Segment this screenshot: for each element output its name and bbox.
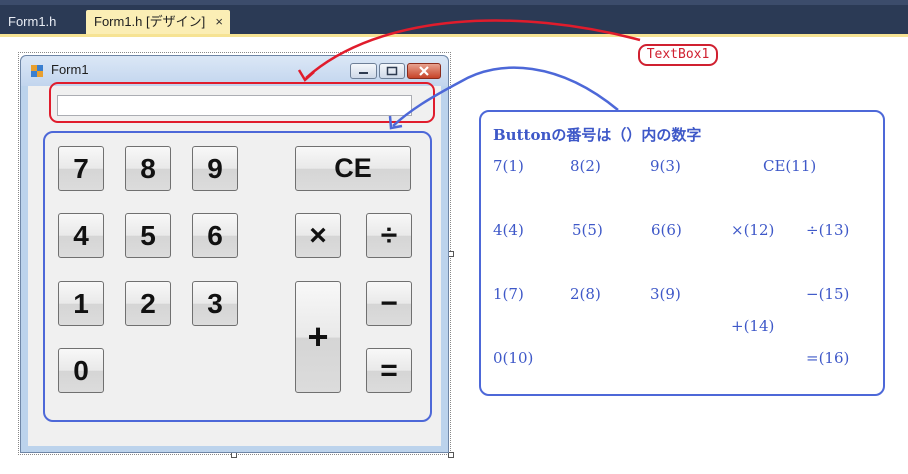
form-app-icon: [31, 65, 43, 77]
close-tab-icon[interactable]: ×: [215, 10, 223, 34]
note-item: 0(10): [493, 349, 534, 367]
minimize-icon: [359, 72, 368, 74]
textbox1-callout-label: TextBox1: [638, 44, 718, 66]
buttons-highlight-box: [43, 131, 432, 422]
note-item: =(16): [806, 349, 850, 367]
note-item: 6(6): [651, 221, 682, 239]
note-item: 2(8): [570, 285, 601, 303]
note-title: Buttonの番号は（）内の数字: [493, 126, 702, 144]
note-item: 4(4): [493, 221, 524, 239]
tabstrip-top-band: [0, 0, 908, 5]
maximize-icon: [386, 66, 398, 76]
note-item: 3(9): [650, 285, 681, 303]
note-item: 5(5): [572, 221, 603, 239]
minimize-button[interactable]: [350, 63, 377, 79]
note-item: 8(2): [570, 157, 601, 175]
maximize-button[interactable]: [379, 63, 405, 79]
document-tabstrip: Form1.h Form1.h [デザイン] ×: [0, 0, 908, 35]
close-button[interactable]: [407, 63, 441, 79]
tab-form1-h-design-label: Form1.h [デザイン]: [94, 14, 206, 29]
tab-form1-h[interactable]: Form1.h: [0, 10, 82, 34]
tab-form1-h-label: Form1.h: [8, 14, 57, 29]
note-item: ×(12): [731, 221, 775, 239]
note-item: −(15): [806, 285, 850, 303]
close-icon: [419, 66, 429, 76]
textbox-highlight-box: [49, 82, 435, 123]
tab-form1-h-design[interactable]: Form1.h [デザイン] ×: [86, 10, 230, 34]
form-title: Form1: [51, 62, 89, 77]
note-item: ÷(13): [806, 221, 850, 239]
note-item: CE(11): [763, 157, 817, 175]
note-item: 1(7): [493, 285, 524, 303]
note-item: 7(1): [493, 157, 524, 175]
note-item: +(14): [731, 317, 775, 335]
note-item: 9(3): [650, 157, 681, 175]
